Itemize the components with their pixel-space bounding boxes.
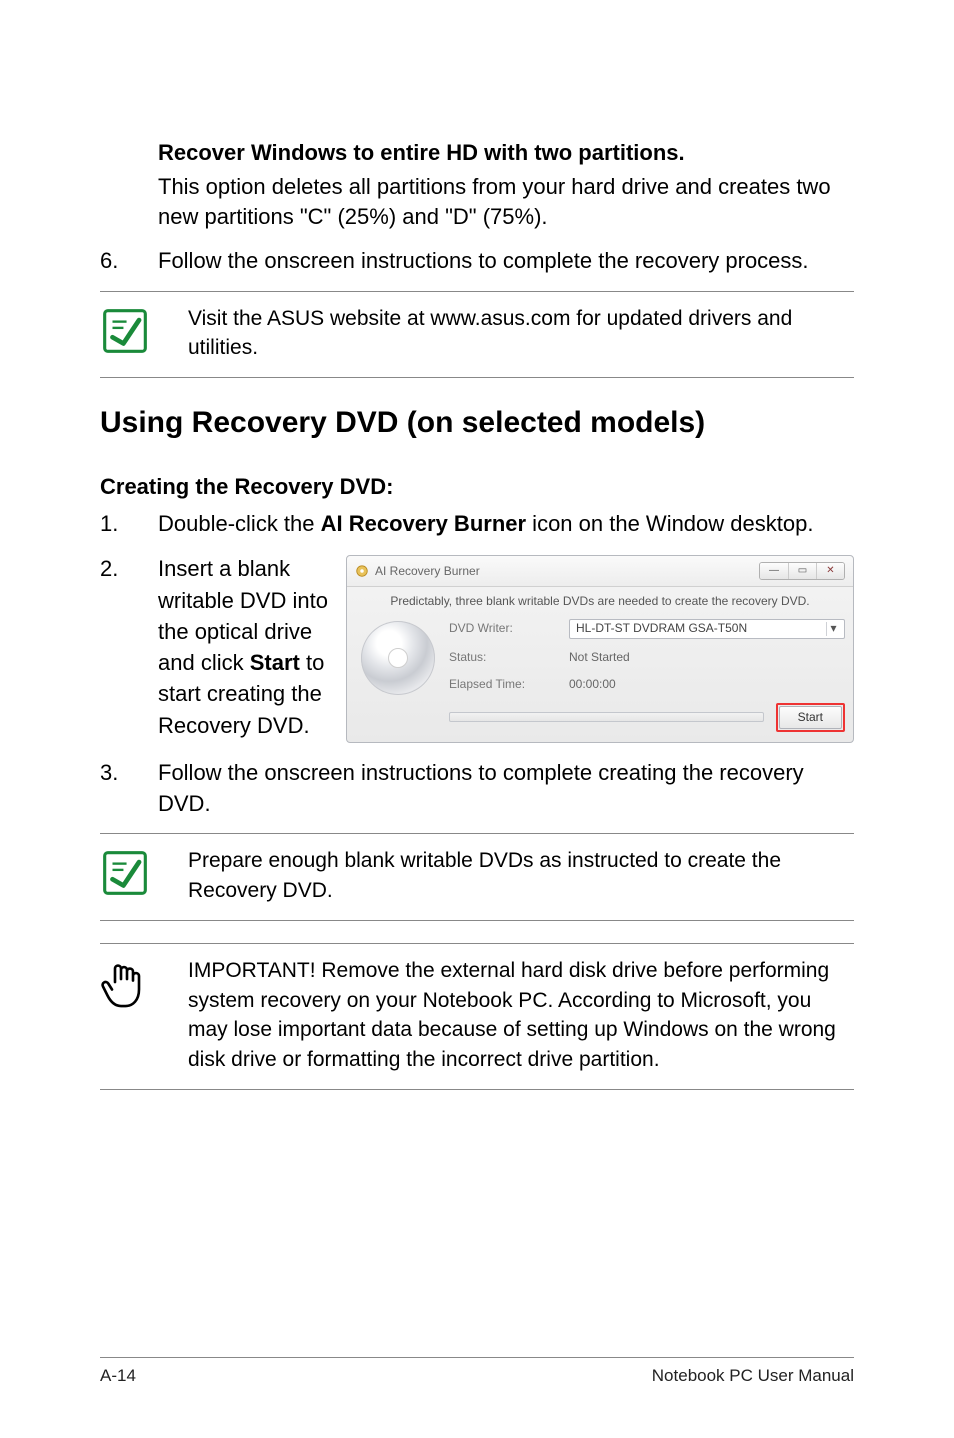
dvd-writer-label: DVD Writer:	[449, 620, 559, 637]
step-text: Follow the onscreen instructions to comp…	[158, 245, 854, 276]
window-title: AI Recovery Burner	[375, 563, 480, 580]
option-description: This option deletes all partitions from …	[158, 172, 854, 231]
step-text: Follow the onscreen instructions to comp…	[158, 757, 854, 819]
bold-text: AI Recovery Burner	[321, 511, 526, 536]
step-number: 3.	[100, 757, 158, 819]
start-button-highlight: Start	[776, 703, 845, 732]
elapsed-label: Elapsed Time:	[449, 676, 559, 693]
minimize-button[interactable]: ―	[760, 563, 788, 579]
note-text: Visit the ASUS website at www.asus.com f…	[188, 304, 854, 364]
note-icon	[100, 306, 150, 356]
step-number: 6.	[100, 245, 158, 276]
hand-icon	[100, 958, 148, 1012]
dvd-writer-value: HL-DT-ST DVDRAM GSA-T50N	[576, 620, 747, 637]
progress-bar	[449, 712, 764, 722]
step-6: 6. Follow the onscreen instructions to c…	[100, 245, 854, 276]
page-footer: A-14 Notebook PC User Manual	[100, 1357, 854, 1386]
step-number: 1.	[100, 508, 158, 539]
step-1: 1. Double-click the AI Recovery Burner i…	[100, 508, 854, 539]
step-text: Double-click the AI Recovery Burner icon…	[158, 508, 854, 539]
status-label: Status:	[449, 649, 559, 666]
text-fragment: icon on the Window desktop.	[526, 511, 813, 536]
close-button[interactable]: ✕	[816, 563, 844, 579]
step-number: 2.	[100, 553, 158, 742]
footer-title: Notebook PC User Manual	[652, 1366, 854, 1386]
note-text: Prepare enough blank writable DVDs as in…	[188, 846, 854, 906]
maximize-button[interactable]: ▭	[788, 563, 816, 579]
window-controls: ― ▭ ✕	[759, 562, 845, 580]
title-bar: AI Recovery Burner ― ▭ ✕	[347, 556, 853, 587]
status-value: Not Started	[569, 649, 845, 666]
app-icon	[355, 564, 369, 578]
text-fragment: Double-click the	[158, 511, 321, 536]
section-heading: Using Recovery DVD (on selected models)	[100, 406, 854, 440]
elapsed-value: 00:00:00	[569, 676, 845, 693]
disc-icon	[355, 619, 441, 732]
hint-text: Predictably, three blank writable DVDs a…	[347, 587, 853, 614]
important-text: IMPORTANT! Remove the external hard disk…	[188, 956, 854, 1075]
start-button[interactable]: Start	[779, 706, 842, 729]
option-title: Recover Windows to entire HD with two pa…	[158, 140, 854, 166]
step-2: 2. Insert a blank writable DVD into the …	[100, 553, 854, 742]
step-3: 3. Follow the onscreen instructions to c…	[100, 757, 854, 819]
chevron-down-icon: ▾	[826, 622, 840, 636]
step-text: Insert a blank writable DVD into the opt…	[158, 553, 328, 740]
ai-recovery-burner-window: AI Recovery Burner ― ▭ ✕ Predictably, th…	[346, 555, 854, 742]
bold-text: Start	[250, 650, 300, 675]
page-number: A-14	[100, 1366, 136, 1386]
note-box-drivers: Visit the ASUS website at www.asus.com f…	[100, 291, 854, 379]
note-icon	[100, 848, 150, 898]
important-box: IMPORTANT! Remove the external hard disk…	[100, 943, 854, 1090]
note-box-blank-dvds: Prepare enough blank writable DVDs as in…	[100, 833, 854, 921]
dvd-writer-select[interactable]: HL-DT-ST DVDRAM GSA-T50N ▾	[569, 619, 845, 639]
subsection-heading: Creating the Recovery DVD:	[100, 474, 854, 500]
